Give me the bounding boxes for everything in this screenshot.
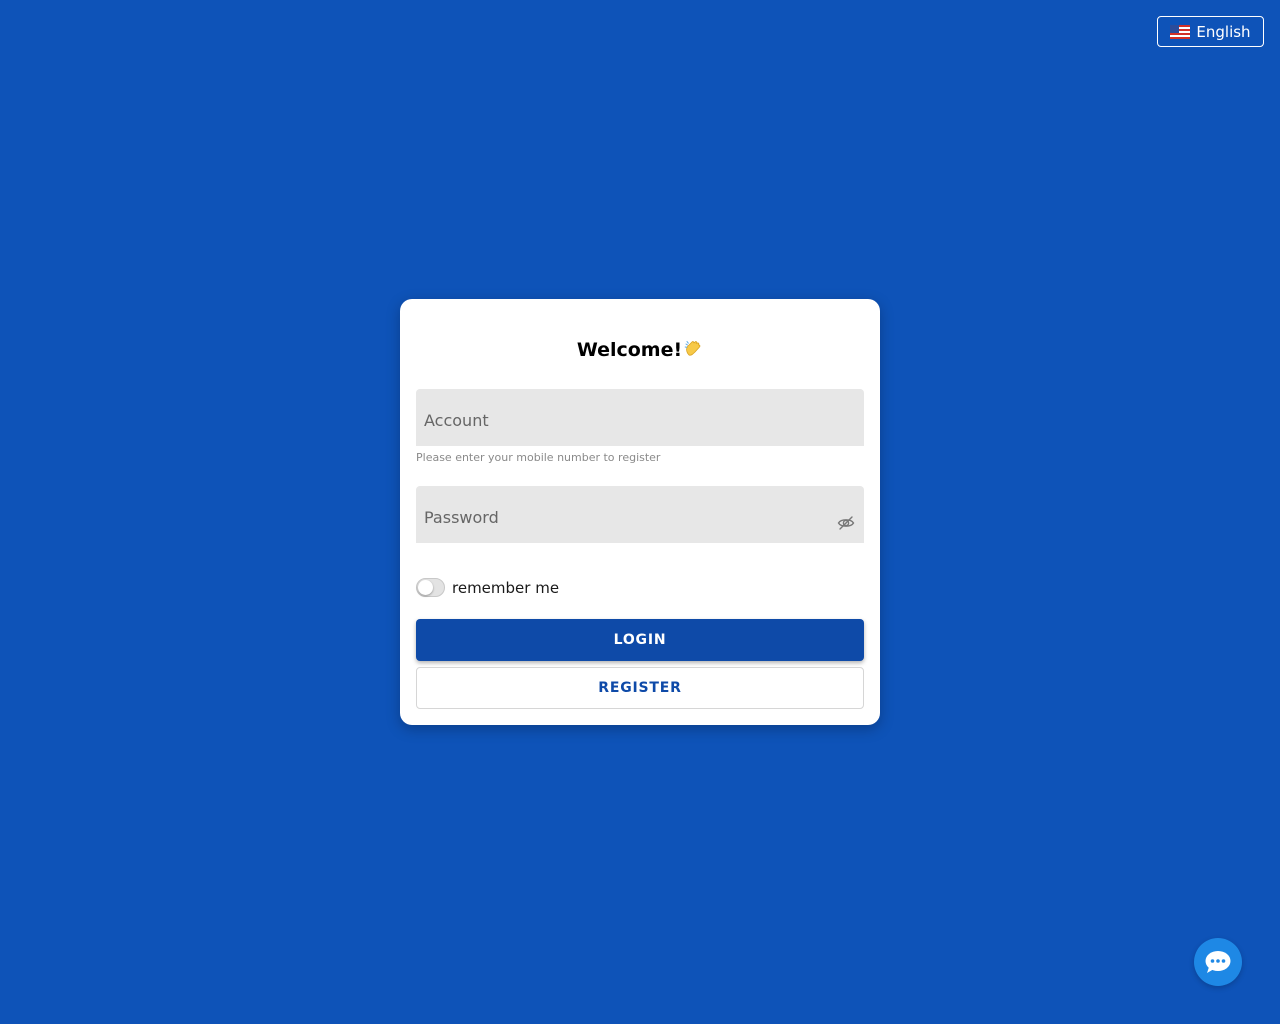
- login-button[interactable]: LOGIN: [416, 619, 864, 661]
- login-card: Welcome! Please enter your mobile number…: [400, 299, 880, 725]
- language-selector[interactable]: English: [1157, 16, 1264, 47]
- register-button[interactable]: REGISTER: [416, 667, 864, 709]
- chat-bubble-icon: [1205, 951, 1231, 973]
- remember-me-label[interactable]: remember me: [452, 579, 559, 597]
- account-input[interactable]: [416, 389, 864, 446]
- welcome-text: Welcome!: [576, 339, 683, 361]
- clapping-hands-icon: [684, 341, 701, 356]
- welcome-title: Welcome!: [400, 339, 880, 361]
- language-label: English: [1196, 22, 1251, 41]
- account-field[interactable]: [416, 389, 864, 446]
- password-field[interactable]: [416, 486, 864, 543]
- account-hint: Please enter your mobile number to regis…: [416, 451, 661, 464]
- eye-off-icon[interactable]: [837, 515, 855, 531]
- chat-button[interactable]: [1194, 938, 1242, 986]
- remember-me-row: remember me: [416, 578, 559, 597]
- toggle-knob: [418, 580, 433, 595]
- us-flag-icon: [1170, 24, 1191, 39]
- remember-me-toggle[interactable]: [416, 578, 445, 597]
- password-input[interactable]: [416, 486, 864, 543]
